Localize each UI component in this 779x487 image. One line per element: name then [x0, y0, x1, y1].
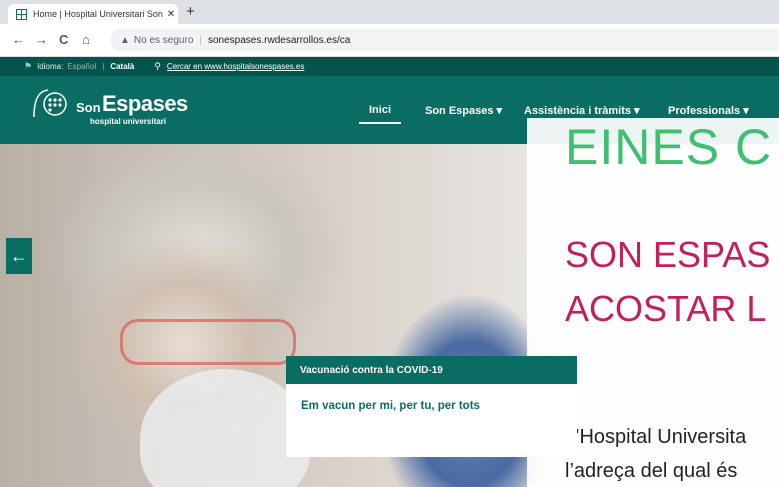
overlay-paragraph-line-2: l’adreça del qual és — [565, 460, 738, 482]
url-text[interactable]: sonespases.rwdesarrollos.es/ca — [208, 35, 350, 46]
site-search-link[interactable]: Cercar en www.hospitalsonespases.es — [167, 62, 304, 71]
son-espases-logo[interactable]: Son Espases hospital universitari — [28, 87, 208, 133]
logo-espases-text: Espases — [102, 91, 188, 116]
overlay-paragraph-line-1: L’Hospital Universita — [565, 426, 747, 448]
warning-icon[interactable]: ▲ — [120, 35, 130, 46]
nav-item-inici[interactable]: Inici — [358, 104, 402, 124]
home-icon[interactable]: ⌂ — [82, 32, 90, 47]
new-tab-button[interactable]: + — [186, 3, 195, 20]
security-status[interactable]: No es seguro — [134, 35, 193, 46]
language-option-ca[interactable]: Català — [110, 62, 134, 71]
overlay-subtitle-line-2: ACOSTAR L — [565, 288, 767, 329]
nav-item-son-espases[interactable]: Son Espases ▾ — [425, 104, 502, 117]
slider-prev-button[interactable]: ← — [6, 238, 32, 274]
url-bar[interactable]: ▲ No es seguro | sonespases.rwdesarrollo… — [110, 29, 779, 51]
overlay-subtitle-line-1: SON ESPAS — [565, 234, 771, 275]
nav-item-professionals[interactable]: Professionals ▾ — [668, 104, 749, 117]
language-label: Idioma: — [37, 62, 64, 71]
logo-subtitle: hospital universitari — [90, 117, 167, 126]
address-bar-row: ← → C ⌂ ▲ No es seguro | sonespases.rwde… — [0, 24, 779, 57]
hero-image-mask — [140, 369, 310, 487]
browser-tab[interactable]: Home | Hospital Universitari Son ✕ — [8, 4, 178, 24]
hero-image-glasses — [120, 319, 296, 365]
slide-card-text[interactable]: Em vacun per mi, per tu, per tots — [286, 384, 577, 412]
browser-tab-bar: Home | Hospital Universitari Son ✕ + — [0, 0, 779, 24]
site-top-bar: ⚑ Idioma: Español | Català ⚲ Cercar en w… — [0, 57, 779, 76]
overlay-title: EINES C — [565, 119, 773, 175]
favicon-icon — [16, 8, 27, 20]
search-icon[interactable]: ⚲ — [154, 61, 161, 72]
close-tab-icon[interactable]: ✕ — [164, 9, 178, 20]
language-option-es[interactable]: Español — [67, 62, 96, 71]
tab-title: Home | Hospital Universitari Son — [33, 9, 163, 19]
logo-son-text: Son — [76, 100, 101, 115]
url-separator: | — [199, 34, 202, 46]
forward-icon[interactable]: → — [35, 32, 48, 47]
back-icon[interactable]: ← — [12, 32, 25, 47]
reload-icon[interactable]: C — [59, 32, 68, 47]
slide-card-title: Vacunació contra la COVID-19 — [286, 356, 577, 384]
logo-mark-icon — [33, 89, 67, 118]
language-separator: | — [102, 62, 105, 71]
flag-icon: ⚑ — [24, 61, 33, 71]
slide-card[interactable]: Vacunació contra la COVID-19 Em vacun pe… — [286, 356, 577, 457]
nav-item-assistencia[interactable]: Assistència i tràmits ▾ — [524, 104, 640, 117]
